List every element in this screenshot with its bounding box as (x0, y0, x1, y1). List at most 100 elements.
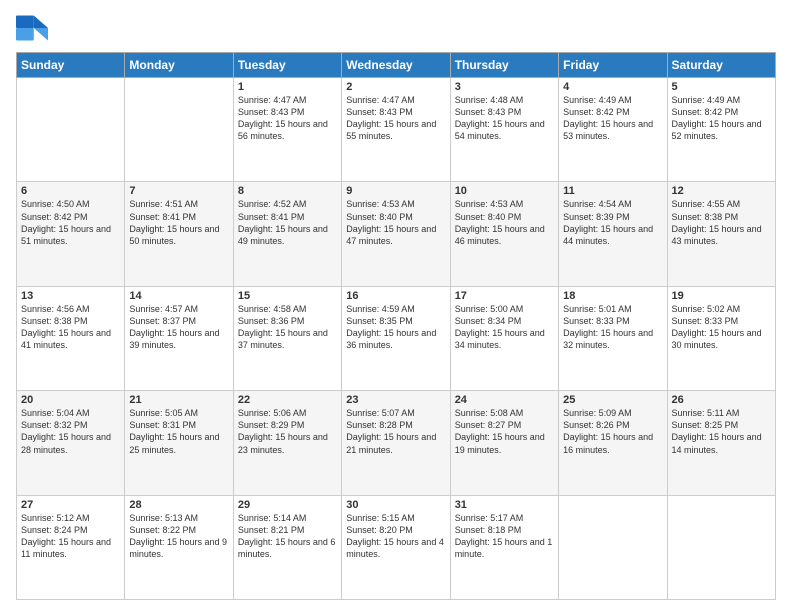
day-info: Sunrise: 4:50 AM Sunset: 8:42 PM Dayligh… (21, 198, 120, 247)
day-number: 29 (238, 499, 337, 511)
day-info: Sunrise: 5:06 AM Sunset: 8:29 PM Dayligh… (238, 407, 337, 456)
day-number: 12 (672, 185, 771, 197)
calendar-header-row: SundayMondayTuesdayWednesdayThursdayFrid… (17, 53, 776, 78)
day-info: Sunrise: 4:57 AM Sunset: 8:37 PM Dayligh… (129, 303, 228, 352)
calendar-cell (125, 78, 233, 182)
day-info: Sunrise: 4:49 AM Sunset: 8:42 PM Dayligh… (563, 94, 662, 143)
calendar-cell: 12Sunrise: 4:55 AM Sunset: 8:38 PM Dayli… (667, 182, 775, 286)
day-number: 1 (238, 81, 337, 93)
day-number: 8 (238, 185, 337, 197)
day-number: 6 (21, 185, 120, 197)
day-info: Sunrise: 5:13 AM Sunset: 8:22 PM Dayligh… (129, 512, 228, 561)
day-info: Sunrise: 5:07 AM Sunset: 8:28 PM Dayligh… (346, 407, 445, 456)
day-number: 25 (563, 394, 662, 406)
day-info: Sunrise: 4:47 AM Sunset: 8:43 PM Dayligh… (238, 94, 337, 143)
day-info: Sunrise: 4:53 AM Sunset: 8:40 PM Dayligh… (455, 198, 554, 247)
calendar-week-3: 13Sunrise: 4:56 AM Sunset: 8:38 PM Dayli… (17, 286, 776, 390)
day-info: Sunrise: 4:58 AM Sunset: 8:36 PM Dayligh… (238, 303, 337, 352)
calendar-header-friday: Friday (559, 53, 667, 78)
day-number: 23 (346, 394, 445, 406)
calendar-cell: 27Sunrise: 5:12 AM Sunset: 8:24 PM Dayli… (17, 495, 125, 599)
day-info: Sunrise: 4:51 AM Sunset: 8:41 PM Dayligh… (129, 198, 228, 247)
day-info: Sunrise: 5:17 AM Sunset: 8:18 PM Dayligh… (455, 512, 554, 561)
calendar-cell: 20Sunrise: 5:04 AM Sunset: 8:32 PM Dayli… (17, 391, 125, 495)
day-number: 5 (672, 81, 771, 93)
day-info: Sunrise: 5:04 AM Sunset: 8:32 PM Dayligh… (21, 407, 120, 456)
day-info: Sunrise: 5:08 AM Sunset: 8:27 PM Dayligh… (455, 407, 554, 456)
day-info: Sunrise: 4:55 AM Sunset: 8:38 PM Dayligh… (672, 198, 771, 247)
day-info: Sunrise: 5:14 AM Sunset: 8:21 PM Dayligh… (238, 512, 337, 561)
calendar-cell: 13Sunrise: 4:56 AM Sunset: 8:38 PM Dayli… (17, 286, 125, 390)
calendar-cell: 23Sunrise: 5:07 AM Sunset: 8:28 PM Dayli… (342, 391, 450, 495)
calendar-week-4: 20Sunrise: 5:04 AM Sunset: 8:32 PM Dayli… (17, 391, 776, 495)
calendar-header-saturday: Saturday (667, 53, 775, 78)
day-number: 11 (563, 185, 662, 197)
calendar-cell: 15Sunrise: 4:58 AM Sunset: 8:36 PM Dayli… (233, 286, 341, 390)
calendar-cell: 28Sunrise: 5:13 AM Sunset: 8:22 PM Dayli… (125, 495, 233, 599)
calendar-cell (559, 495, 667, 599)
day-number: 21 (129, 394, 228, 406)
day-number: 20 (21, 394, 120, 406)
day-number: 4 (563, 81, 662, 93)
day-info: Sunrise: 4:53 AM Sunset: 8:40 PM Dayligh… (346, 198, 445, 247)
calendar-week-1: 1Sunrise: 4:47 AM Sunset: 8:43 PM Daylig… (17, 78, 776, 182)
calendar-cell: 8Sunrise: 4:52 AM Sunset: 8:41 PM Daylig… (233, 182, 341, 286)
day-info: Sunrise: 4:49 AM Sunset: 8:42 PM Dayligh… (672, 94, 771, 143)
calendar-cell: 17Sunrise: 5:00 AM Sunset: 8:34 PM Dayli… (450, 286, 558, 390)
calendar-cell: 18Sunrise: 5:01 AM Sunset: 8:33 PM Dayli… (559, 286, 667, 390)
calendar-table: SundayMondayTuesdayWednesdayThursdayFrid… (16, 52, 776, 600)
calendar-cell (17, 78, 125, 182)
calendar-cell: 14Sunrise: 4:57 AM Sunset: 8:37 PM Dayli… (125, 286, 233, 390)
day-info: Sunrise: 4:56 AM Sunset: 8:38 PM Dayligh… (21, 303, 120, 352)
calendar-cell: 5Sunrise: 4:49 AM Sunset: 8:42 PM Daylig… (667, 78, 775, 182)
day-info: Sunrise: 4:59 AM Sunset: 8:35 PM Dayligh… (346, 303, 445, 352)
calendar-cell: 29Sunrise: 5:14 AM Sunset: 8:21 PM Dayli… (233, 495, 341, 599)
calendar-cell: 31Sunrise: 5:17 AM Sunset: 8:18 PM Dayli… (450, 495, 558, 599)
calendar-cell: 26Sunrise: 5:11 AM Sunset: 8:25 PM Dayli… (667, 391, 775, 495)
day-number: 24 (455, 394, 554, 406)
calendar-cell: 19Sunrise: 5:02 AM Sunset: 8:33 PM Dayli… (667, 286, 775, 390)
day-number: 17 (455, 290, 554, 302)
calendar-cell: 21Sunrise: 5:05 AM Sunset: 8:31 PM Dayli… (125, 391, 233, 495)
calendar-header-sunday: Sunday (17, 53, 125, 78)
day-number: 9 (346, 185, 445, 197)
calendar-header-monday: Monday (125, 53, 233, 78)
day-number: 14 (129, 290, 228, 302)
day-number: 7 (129, 185, 228, 197)
header (16, 12, 776, 44)
day-number: 27 (21, 499, 120, 511)
calendar-cell: 7Sunrise: 4:51 AM Sunset: 8:41 PM Daylig… (125, 182, 233, 286)
page: SundayMondayTuesdayWednesdayThursdayFrid… (0, 0, 792, 612)
logo-icon (16, 12, 48, 44)
day-number: 28 (129, 499, 228, 511)
day-info: Sunrise: 5:12 AM Sunset: 8:24 PM Dayligh… (21, 512, 120, 561)
calendar-cell: 10Sunrise: 4:53 AM Sunset: 8:40 PM Dayli… (450, 182, 558, 286)
calendar-cell: 25Sunrise: 5:09 AM Sunset: 8:26 PM Dayli… (559, 391, 667, 495)
calendar-cell: 1Sunrise: 4:47 AM Sunset: 8:43 PM Daylig… (233, 78, 341, 182)
day-number: 26 (672, 394, 771, 406)
calendar-header-thursday: Thursday (450, 53, 558, 78)
day-number: 19 (672, 290, 771, 302)
day-info: Sunrise: 5:01 AM Sunset: 8:33 PM Dayligh… (563, 303, 662, 352)
day-number: 2 (346, 81, 445, 93)
day-number: 30 (346, 499, 445, 511)
calendar-header-wednesday: Wednesday (342, 53, 450, 78)
day-info: Sunrise: 5:05 AM Sunset: 8:31 PM Dayligh… (129, 407, 228, 456)
calendar-week-5: 27Sunrise: 5:12 AM Sunset: 8:24 PM Dayli… (17, 495, 776, 599)
logo (16, 12, 52, 44)
calendar-cell: 22Sunrise: 5:06 AM Sunset: 8:29 PM Dayli… (233, 391, 341, 495)
day-number: 10 (455, 185, 554, 197)
calendar-cell: 16Sunrise: 4:59 AM Sunset: 8:35 PM Dayli… (342, 286, 450, 390)
day-info: Sunrise: 4:48 AM Sunset: 8:43 PM Dayligh… (455, 94, 554, 143)
day-info: Sunrise: 5:02 AM Sunset: 8:33 PM Dayligh… (672, 303, 771, 352)
day-info: Sunrise: 5:00 AM Sunset: 8:34 PM Dayligh… (455, 303, 554, 352)
day-info: Sunrise: 5:09 AM Sunset: 8:26 PM Dayligh… (563, 407, 662, 456)
calendar-cell: 6Sunrise: 4:50 AM Sunset: 8:42 PM Daylig… (17, 182, 125, 286)
day-info: Sunrise: 4:47 AM Sunset: 8:43 PM Dayligh… (346, 94, 445, 143)
day-number: 22 (238, 394, 337, 406)
day-info: Sunrise: 5:15 AM Sunset: 8:20 PM Dayligh… (346, 512, 445, 561)
calendar-cell: 30Sunrise: 5:15 AM Sunset: 8:20 PM Dayli… (342, 495, 450, 599)
day-number: 15 (238, 290, 337, 302)
calendar-cell: 24Sunrise: 5:08 AM Sunset: 8:27 PM Dayli… (450, 391, 558, 495)
calendar-week-2: 6Sunrise: 4:50 AM Sunset: 8:42 PM Daylig… (17, 182, 776, 286)
